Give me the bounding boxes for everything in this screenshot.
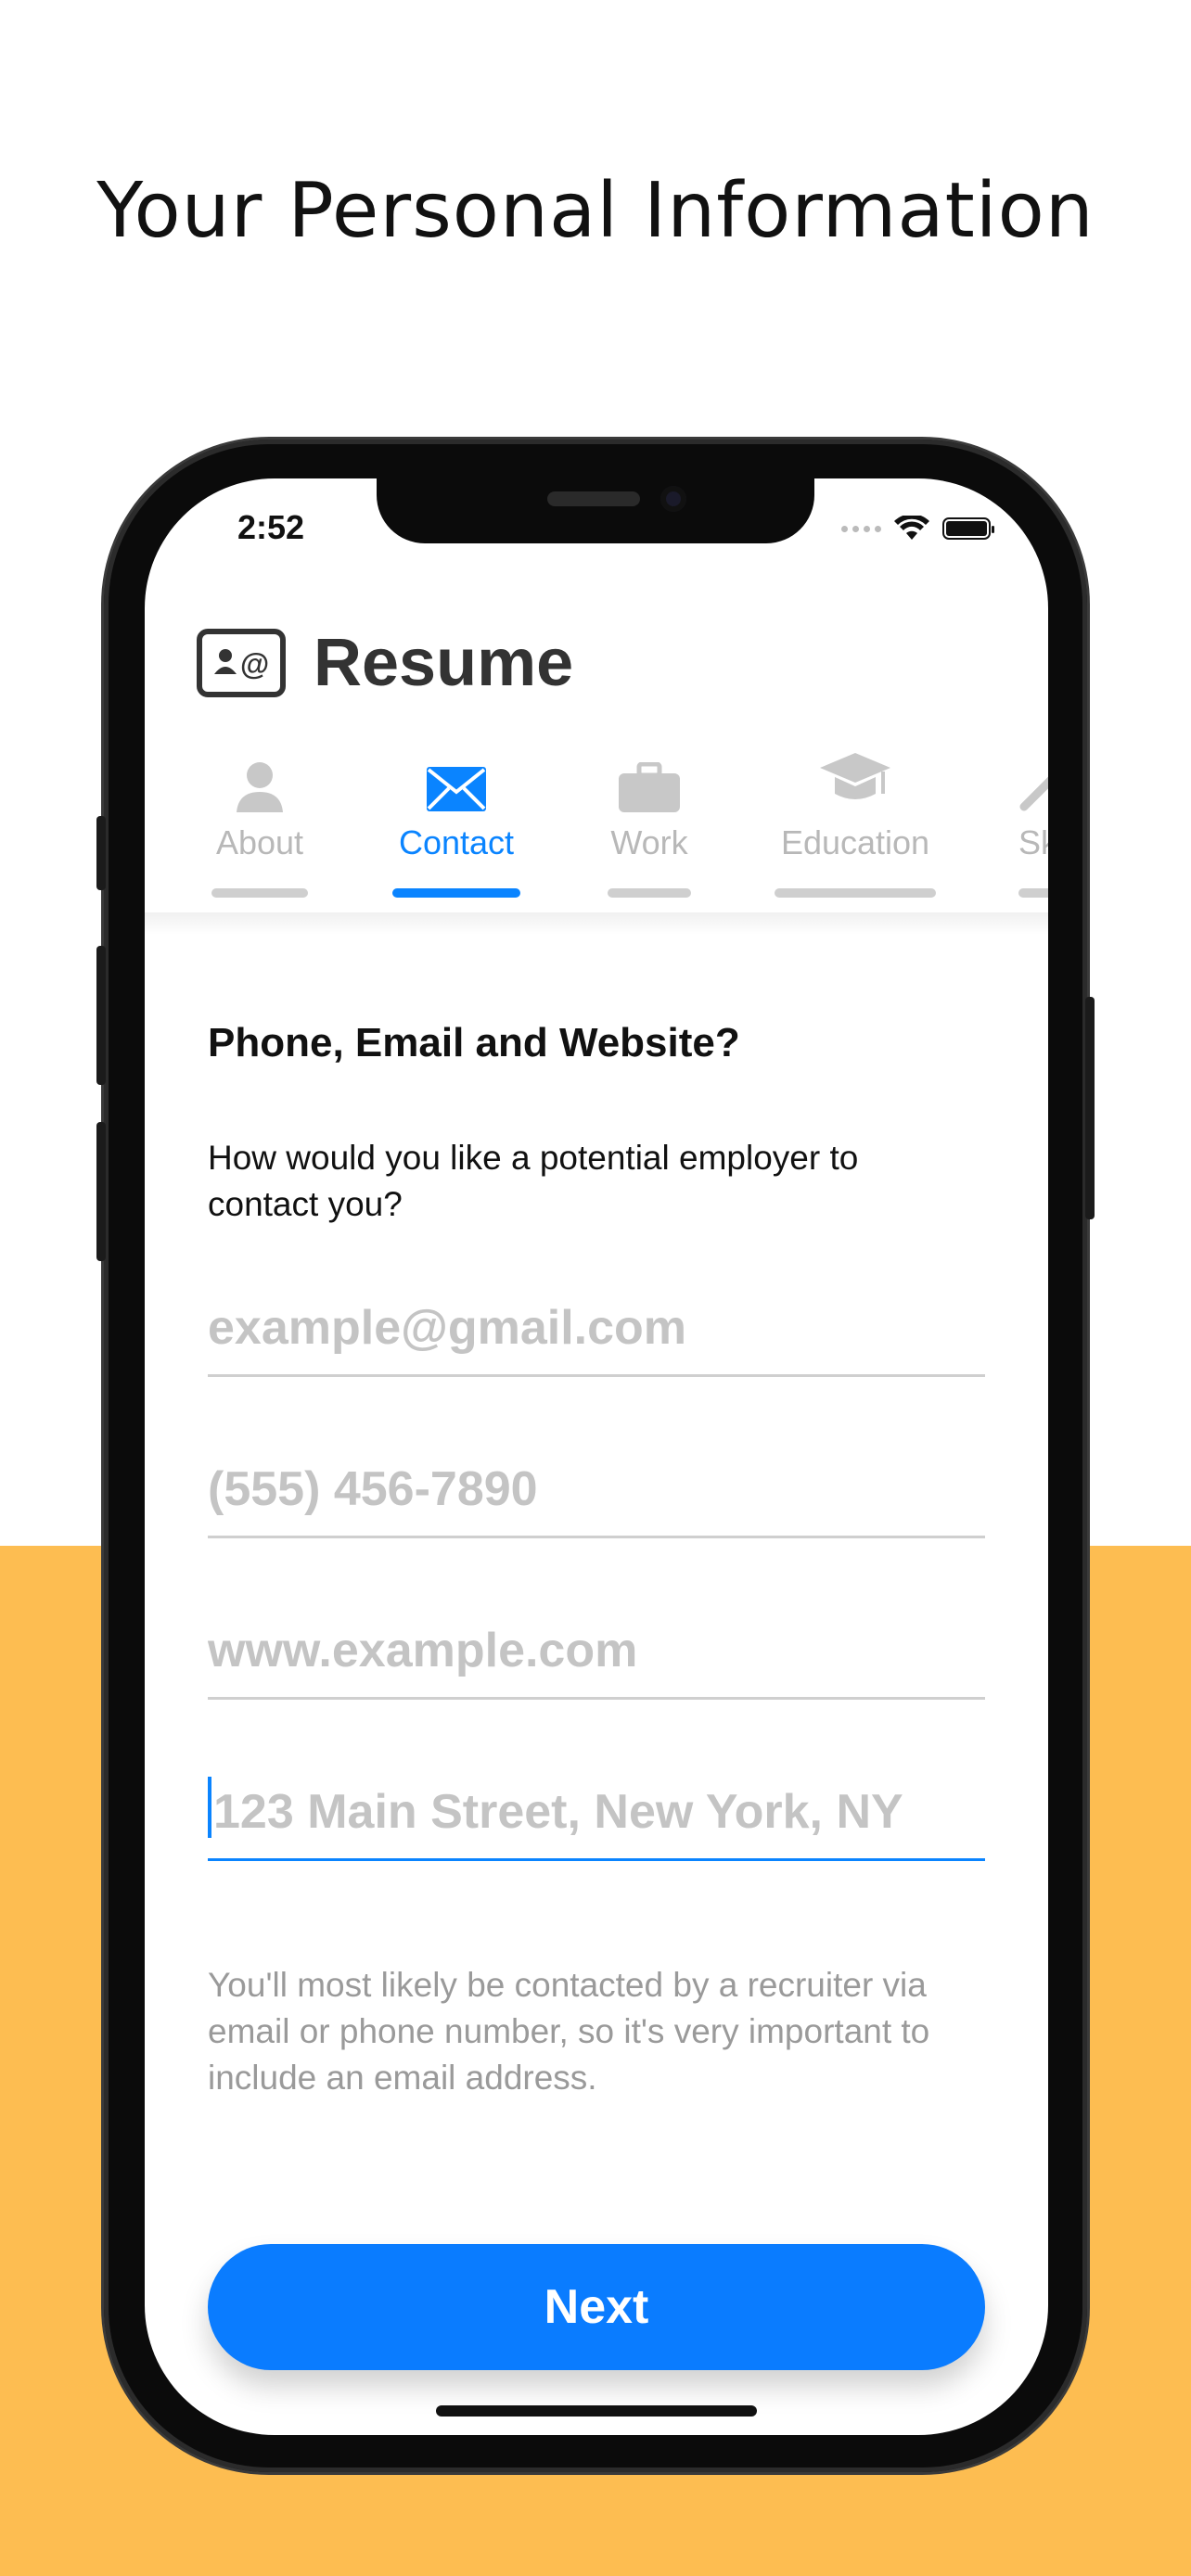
tab-about-indicator <box>211 888 308 898</box>
tab-work[interactable]: Work <box>605 747 694 898</box>
tab-contact-label: Contact <box>398 823 515 861</box>
email-field[interactable] <box>208 1300 985 1356</box>
section-tabs: About Contact Work Education S <box>145 747 1048 905</box>
email-field-wrapper <box>208 1267 985 1377</box>
briefcase-icon <box>619 762 680 812</box>
signal-icon <box>841 525 881 532</box>
notch <box>377 478 814 543</box>
volume-up-button <box>96 946 106 1085</box>
envelope-icon <box>427 767 486 811</box>
form-title: Phone, Email and Website? <box>208 1020 740 1065</box>
phone-field[interactable] <box>208 1461 985 1517</box>
power-button <box>1085 997 1095 1219</box>
tab-education-indicator <box>775 888 936 898</box>
website-field[interactable] <box>208 1623 985 1678</box>
tab-education[interactable]: Education <box>772 747 939 898</box>
phone-screen: 2:52 @ Resume About Contact Work Educati… <box>145 478 1048 2435</box>
svg-text:@: @ <box>240 647 269 681</box>
app-header: @ Resume <box>197 625 573 701</box>
battery-icon <box>942 517 994 540</box>
tabs-divider-shadow <box>145 912 1048 935</box>
wifi-icon <box>894 516 929 540</box>
tab-contact-indicator <box>392 888 520 898</box>
tab-about-label: About <box>215 823 304 861</box>
tab-work-indicator <box>608 888 691 898</box>
tab-skills-label: Sk <box>1018 823 1048 861</box>
phone-field-wrapper <box>208 1428 985 1538</box>
tab-skills-indicator <box>1018 888 1048 898</box>
tab-work-label: Work <box>610 823 688 861</box>
tab-about[interactable]: About <box>210 747 310 898</box>
tab-education-label: Education <box>780 823 930 861</box>
contact-card-icon: @ <box>197 629 286 697</box>
volume-down-button <box>96 1122 106 1261</box>
tab-contact[interactable]: Contact <box>391 747 521 898</box>
text-cursor <box>208 1777 211 1838</box>
tab-skills[interactable]: Sk <box>1018 747 1048 898</box>
address-field-wrapper <box>208 1751 985 1861</box>
home-indicator <box>436 2405 757 2417</box>
website-field-wrapper <box>208 1589 985 1700</box>
speaker <box>547 491 640 506</box>
side-button <box>96 816 106 890</box>
tools-icon <box>1019 776 1048 811</box>
app-title: Resume <box>314 626 574 700</box>
status-icons <box>841 516 994 542</box>
person-icon <box>237 762 283 812</box>
address-field[interactable] <box>213 1784 983 1840</box>
next-button[interactable]: Next <box>208 2244 985 2370</box>
page-headline: Your Personal Information <box>96 167 1095 255</box>
status-time: 2:52 <box>237 508 305 546</box>
camera <box>660 486 686 512</box>
form-subtitle: How would you like a potential employer … <box>208 1139 859 1223</box>
contact-hint: You'll most likely be contacted by a rec… <box>208 1966 930 2097</box>
graduation-cap-icon <box>820 753 890 799</box>
